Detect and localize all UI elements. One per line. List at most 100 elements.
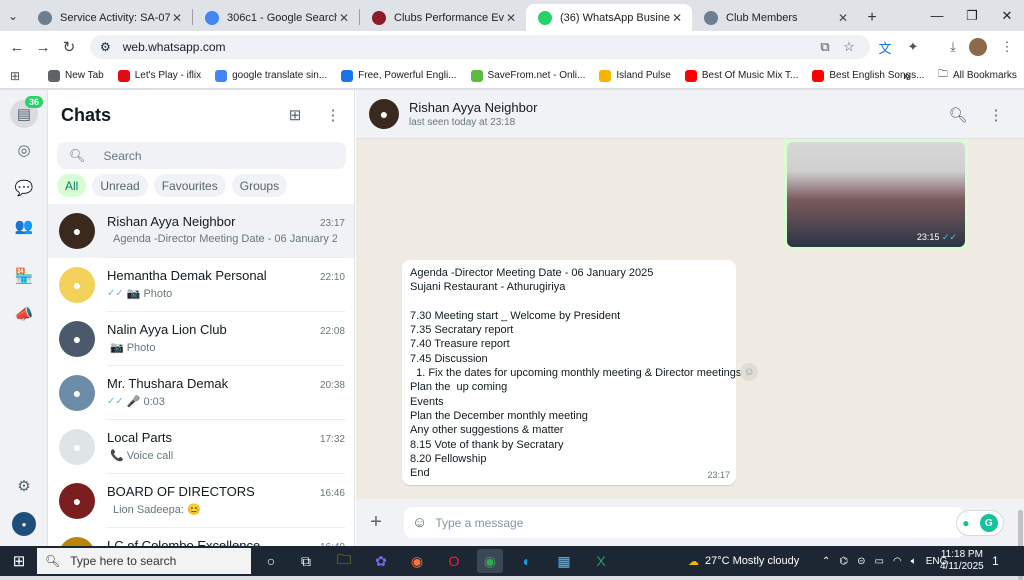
reload-icon[interactable]: ↻	[56, 38, 82, 56]
filter-chip[interactable]: All	[57, 174, 87, 197]
contact-avatar[interactable]: ●	[369, 99, 399, 129]
chat-search-input[interactable]: 🔍︎ Search	[57, 142, 346, 169]
incoming-message[interactable]: Agenda -Director Meeting Date - 06 Janua…	[402, 260, 741, 485]
opera-icon[interactable]: O	[441, 549, 467, 573]
filter-chip[interactable]: Unread	[92, 174, 148, 197]
bookmark-item[interactable]: Let's Play - iflix	[117, 69, 201, 82]
network-icon[interactable]: ⌬	[839, 556, 848, 567]
apps-grid-icon[interactable]: ⊞	[10, 69, 30, 83]
notifications-icon[interactable]: 1	[992, 546, 999, 576]
bookmarks-more-icon[interactable]: »	[903, 68, 910, 83]
message-input[interactable]: ☺ Type a message	[404, 507, 964, 538]
browser-tab[interactable]: Service Activity: SA-0711290✕	[26, 4, 192, 31]
file-explorer-icon[interactable]: 🗀	[331, 549, 357, 573]
profile-avatar[interactable]	[969, 38, 987, 56]
chat-list-item[interactable]: ● Nalin Ayya Lion Club 22:08 📷 Photo	[48, 312, 354, 366]
bookmark-item[interactable]: Island Pulse	[599, 69, 671, 82]
tab-favicon-icon	[704, 10, 718, 25]
avatar[interactable]: ●	[59, 375, 95, 411]
tab-close-icon[interactable]: ✕	[504, 11, 518, 25]
start-windows-icon[interactable]: ⊞	[6, 549, 32, 573]
chat-list-item[interactable]: ● Hemantha Demak Personal 22:10 ✓✓ 📷 Photo	[48, 258, 354, 312]
profile-logo[interactable]: ●	[12, 512, 36, 536]
copilot-icon[interactable]: ✿	[368, 549, 394, 573]
tab-close-icon[interactable]: ✕	[836, 11, 850, 25]
avatar[interactable]: ●	[59, 483, 95, 519]
tab-close-icon[interactable]: ✕	[170, 11, 184, 25]
chat-time: 22:10	[319, 272, 345, 283]
chat-list-item[interactable]: ● Local Parts 17:32 📞 Voice call	[48, 420, 354, 474]
image-message[interactable]: 23:15 ✓✓	[784, 139, 968, 250]
new-tab-button[interactable]: +	[858, 4, 886, 31]
chrome-menu-icon[interactable]: ⋮	[996, 36, 1018, 58]
new-chat-icon[interactable]: ⊞	[285, 105, 305, 125]
menu-icon[interactable]: ⋮	[986, 105, 1006, 125]
chat-list-item[interactable]: ● Rishan Ayya Neighbor 23:17 Agenda -Direct…	[48, 204, 354, 258]
browser-tab[interactable]: (36) WhatsApp Business ✕	[526, 4, 692, 31]
volume-icon[interactable]: 🔈︎	[911, 556, 917, 567]
filter-chip[interactable]: Groups	[231, 174, 288, 197]
edge-icon[interactable]: ◐	[514, 549, 540, 573]
conversation-header[interactable]: ● Rishan Ayya Neighbor last seen today a…	[356, 90, 1024, 139]
grammarly-widget[interactable]: ● G	[956, 510, 1004, 536]
attach-plus-icon[interactable]: +	[356, 511, 396, 534]
menu-icon[interactable]: ⋮	[323, 105, 343, 125]
avatar[interactable]: ●	[59, 429, 95, 465]
omnibox[interactable]: ⚙ web.whatsapp.com	[90, 35, 870, 59]
communities-icon[interactable]: 👥	[12, 214, 36, 238]
wifi-icon[interactable]: ◠	[893, 556, 902, 567]
photo-thumbnail[interactable]: 23:15 ✓✓	[787, 142, 965, 247]
filter-chip[interactable]: Favourites	[153, 174, 226, 197]
excel-icon[interactable]: X	[588, 549, 614, 573]
browser-tab[interactable]: Club Members ✕	[692, 4, 858, 31]
clock[interactable]: 11:18 PM 4/11/2025	[940, 546, 984, 576]
settings-gear-icon[interactable]: ⚙	[12, 474, 36, 498]
site-info-icon[interactable]: ⚙	[100, 40, 111, 54]
minimize-icon[interactable]: —	[920, 0, 954, 31]
browser-tab[interactable]: 306c1 - Google Search ✕	[193, 4, 359, 31]
chrome-icon[interactable]: ◉	[477, 549, 503, 573]
bookmark-item[interactable]: SaveFrom.net - Onli...	[470, 69, 585, 82]
advertise-icon[interactable]: 📣	[12, 302, 36, 326]
bookmark-item[interactable]: Best Of Music Mix T...	[684, 69, 798, 82]
chat-list-item[interactable]: ●LC of Colombo Excellence16:40	[48, 528, 354, 546]
back-icon[interactable]: ←	[4, 39, 30, 56]
forward-icon[interactable]: →	[30, 39, 56, 56]
weather-widget[interactable]: ☁ 27°C Mostly cloudy	[688, 546, 799, 576]
task-view-icon[interactable]: ⧉	[293, 549, 319, 573]
avatar[interactable]: ●	[59, 267, 95, 303]
channels-icon[interactable]: 💬	[12, 176, 36, 200]
avatar[interactable]: ●	[59, 213, 95, 249]
search-icon[interactable]: 🔍︎	[948, 105, 968, 125]
catalog-icon[interactable]: 🏪	[12, 264, 36, 288]
bookmark-item[interactable]: Free, Powerful Engli...	[341, 69, 457, 82]
avatar[interactable]: ●	[59, 537, 95, 546]
taskbar-search-box[interactable]: 🔍︎ Type here to search	[37, 548, 251, 574]
avatar[interactable]: ●	[59, 321, 95, 357]
browser-tab[interactable]: Clubs Performance Evaluati✕	[360, 4, 526, 31]
emoji-icon[interactable]: ☺	[412, 514, 427, 531]
downloads-icon[interactable]: ⤓	[942, 36, 964, 58]
cortana-icon[interactable]: ○	[258, 549, 284, 573]
bookmark-item[interactable]: google translate sin...	[215, 69, 327, 82]
close-window-icon[interactable]: ✕	[990, 0, 1024, 31]
battery-icon[interactable]: ▭	[875, 556, 884, 567]
meet-icon[interactable]: ⊝	[857, 556, 865, 567]
all-bookmarks-folder[interactable]: 🗀 All Bookmarks	[938, 67, 1017, 84]
tab-close-icon[interactable]: ✕	[337, 11, 351, 25]
store-icon[interactable]: ▦	[551, 549, 577, 573]
extensions-icon[interactable]: ✦	[902, 36, 924, 58]
firefox-icon[interactable]: ◉	[404, 549, 430, 573]
status-icon[interactable]: ◎	[12, 138, 36, 162]
tray-chevron-icon[interactable]: ⌃	[822, 556, 830, 567]
translate-icon[interactable]: 文	[874, 36, 896, 58]
bookmark-item[interactable]: New Tab	[48, 69, 104, 82]
install-app-icon[interactable]: ⧉	[814, 36, 836, 58]
bookmark-star-icon[interactable]: ☆	[838, 36, 860, 58]
restore-icon[interactable]: ❐	[955, 0, 989, 31]
tab-close-icon[interactable]: ✕	[670, 11, 684, 25]
tab-search-dropdown-icon[interactable]: ⌄	[0, 0, 26, 31]
react-emoji-icon[interactable]: ☺	[740, 363, 758, 381]
chat-list-item[interactable]: ● BOARD OF DIRECTORS 16:46 Lion Sadeepa: 😊	[48, 474, 354, 528]
chat-list-item[interactable]: ● Mr. Thushara Demak 20:38 ✓✓ 🎤 0:03	[48, 366, 354, 420]
